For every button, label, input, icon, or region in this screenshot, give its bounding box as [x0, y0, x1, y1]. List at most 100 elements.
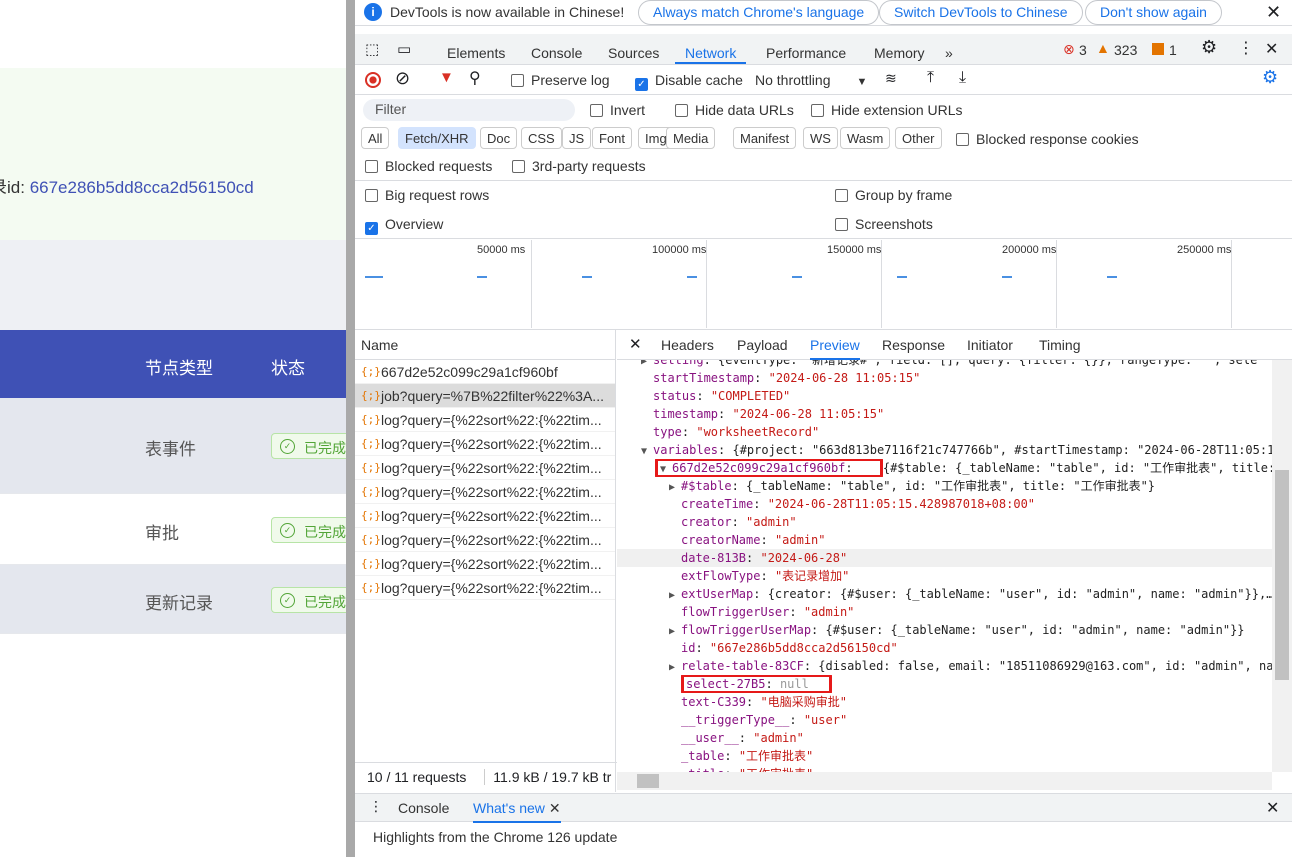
blocked-cookies-checkbox[interactable]: Blocked response cookies — [956, 131, 1139, 147]
vertical-scrollbar[interactable] — [1272, 360, 1292, 772]
type-filter-wasm[interactable]: Wasm — [840, 127, 891, 149]
horizontal-scrollbar[interactable] — [617, 772, 1272, 790]
more-icon[interactable]: ⋮ — [1238, 38, 1254, 58]
tab-performance[interactable]: Performance — [766, 34, 846, 64]
request-item[interactable]: {;} log?query={%22sort%22:{%22tim... — [355, 528, 615, 552]
invert-checkbox[interactable]: Invert — [590, 102, 645, 118]
close-devtools-icon[interactable]: ✕ — [1265, 39, 1278, 59]
preview-line[interactable]: ▶ extUserMap: {creator: {#$user: {_tableN… — [617, 585, 1272, 603]
collapsed-triangle-icon[interactable]: ▶ — [641, 360, 653, 369]
request-item[interactable]: {;} log?query={%22sort%22:{%22tim... — [355, 432, 615, 456]
more-tabs-icon[interactable]: » — [945, 34, 953, 64]
preview-line[interactable]: ▶ relate-table-83CF: {disabled: false, em… — [617, 657, 1272, 675]
third-party-checkbox[interactable]: 3rd-party requests — [512, 158, 646, 174]
drawer-menu-icon[interactable]: ⋮ — [369, 798, 383, 815]
tab-network[interactable]: Network — [675, 34, 747, 64]
table-row[interactable]: 更新记录 ✓ 已完成 — [0, 565, 346, 634]
xhr-icon: {;} — [361, 581, 381, 594]
warning-count[interactable]: 323 — [1114, 42, 1137, 58]
group-frame-checkbox[interactable]: Group by frame — [835, 187, 952, 203]
request-item[interactable]: {;} log?query={%22sort%22:{%22tim... — [355, 504, 615, 528]
preview-line[interactable]: ▶ setting: {eventType: "新增记录#", field: []… — [617, 360, 1272, 369]
overview-checkbox[interactable]: ✓ Overview — [365, 216, 443, 235]
throttling-select[interactable]: No throttling ▼ — [755, 72, 867, 88]
type-filter-all[interactable]: All — [361, 127, 390, 149]
drawer-tab-console[interactable]: Console — [398, 800, 449, 816]
detail-tab-timing[interactable]: Timing — [1039, 330, 1081, 360]
close-drawer-icon[interactable]: ✕ — [1266, 798, 1279, 818]
request-item[interactable]: {;} log?query={%22sort%22:{%22tim... — [355, 408, 615, 432]
type-filter-manifest[interactable]: Manifest — [733, 127, 797, 149]
type-filter-fetch-xhr[interactable]: Fetch/XHR — [398, 127, 476, 149]
detail-tab-initiator[interactable]: Initiator — [967, 330, 1013, 360]
record-icon[interactable] — [365, 72, 381, 88]
preview-line[interactable]: ▶ flowTriggerUserMap: {#$user: {_tableNam… — [617, 621, 1272, 639]
device-toggle-icon[interactable]: ▭ — [397, 40, 411, 58]
issue-count[interactable]: 1 — [1169, 42, 1177, 58]
type-filter-js[interactable]: JS — [562, 127, 592, 149]
collapsed-triangle-icon[interactable]: ▶ — [669, 623, 681, 639]
hide-data-urls-checkbox[interactable]: Hide data URLs — [675, 102, 794, 118]
clear-icon[interactable]: ⊘ — [395, 68, 410, 89]
screenshots-checkbox[interactable]: Screenshots — [835, 216, 933, 232]
type-filter-ws[interactable]: WS — [803, 127, 838, 149]
key: date-813B — [681, 551, 747, 565]
tab-elements[interactable]: Elements — [447, 34, 505, 64]
search-icon[interactable]: ⚲ — [469, 68, 481, 88]
detail-tab-preview[interactable]: Preview — [810, 330, 860, 360]
preview-line[interactable]: ▶ #$table: {_tableName: "table", id: "工作审… — [617, 477, 1272, 495]
close-icon[interactable]: ✕ — [1266, 2, 1281, 23]
name-column-header[interactable]: Name — [355, 330, 615, 360]
preview-line[interactable]: ▼ variables: {#project: "663d813be7116f21… — [617, 441, 1272, 459]
table-row[interactable]: 审批 ✓ 已完成 — [0, 494, 346, 565]
download-icon[interactable]: ⤓ — [959, 69, 966, 87]
detail-tab-response[interactable]: Response — [882, 330, 945, 360]
request-item[interactable]: {;} log?query={%22sort%22:{%22tim... — [355, 576, 615, 600]
tab-console[interactable]: Console — [531, 34, 582, 64]
close-detail-icon[interactable]: ✕ — [629, 335, 642, 353]
collapsed-triangle-icon[interactable]: ▶ — [669, 587, 681, 603]
tab-memory[interactable]: Memory — [874, 34, 925, 64]
type-filter-css[interactable]: CSS — [521, 127, 562, 149]
disable-cache-checkbox[interactable]: ✓ Disable cache — [635, 72, 743, 91]
gear-icon[interactable]: ⚙ — [1201, 37, 1217, 58]
request-item[interactable]: {;} job?query=%7B%22filter%22%3A... — [355, 384, 615, 408]
preview-line[interactable]: ▼ 667d2e52c099c29a1cf960bf: {#$table: {_t… — [617, 459, 1272, 477]
type-filter-media[interactable]: Media — [666, 127, 716, 149]
preserve-log-checkbox[interactable]: Preserve log — [511, 72, 610, 88]
key: createTime — [681, 497, 754, 511]
request-item[interactable]: {;} log?query={%22sort%22:{%22tim... — [355, 456, 615, 480]
filter-icon[interactable]: ▼ — [439, 69, 454, 86]
table-row[interactable]: 表事件 ✓ 已完成 — [0, 398, 346, 494]
upload-icon[interactable]: ⤒ — [927, 69, 934, 87]
value: "2024-06-28 11:05:15" — [768, 371, 921, 385]
error-count[interactable]: 3 — [1079, 42, 1087, 58]
request-item[interactable]: {;} log?query={%22sort%22:{%22tim... — [355, 552, 615, 576]
type-filter-font[interactable]: Font — [592, 127, 633, 149]
network-settings-icon[interactable]: ⚙ — [1262, 67, 1278, 88]
language-infobar: i DevTools is now available in Chinese! … — [355, 0, 1292, 26]
inspect-icon[interactable]: ⬚ — [365, 40, 379, 58]
detail-tab-payload[interactable]: Payload — [737, 330, 788, 360]
request-item[interactable]: {;} log?query={%22sort%22:{%22tim... — [355, 480, 615, 504]
network-conditions-icon[interactable]: ≋ — [885, 70, 897, 87]
expanded-triangle-icon[interactable]: ▼ — [660, 461, 672, 477]
dont-show-button[interactable]: Don't show again — [1085, 0, 1222, 25]
type-filter-other[interactable]: Other — [895, 127, 942, 149]
panel-splitter[interactable] — [346, 0, 355, 857]
blocked-requests-checkbox[interactable]: Blocked requests — [365, 158, 492, 174]
switch-chinese-button[interactable]: Switch DevTools to Chinese — [879, 0, 1083, 25]
expanded-triangle-icon[interactable]: ▼ — [641, 443, 653, 459]
drawer-tab-whats-new[interactable]: What's new ✕ — [473, 800, 561, 823]
entry: variables: {#project: "663d813be7116f21c… — [653, 443, 1272, 457]
collapsed-triangle-icon[interactable]: ▶ — [669, 659, 681, 675]
type-filter-doc[interactable]: Doc — [480, 127, 518, 149]
tab-sources[interactable]: Sources — [608, 34, 659, 64]
filter-input[interactable]: Filter — [363, 99, 575, 121]
match-language-button[interactable]: Always match Chrome's language — [638, 0, 880, 25]
big-rows-checkbox[interactable]: Big request rows — [365, 187, 489, 203]
detail-tab-headers[interactable]: Headers — [661, 330, 714, 360]
collapsed-triangle-icon[interactable]: ▶ — [669, 479, 681, 495]
request-item[interactable]: {;} 667d2e52c099c29a1cf960bf — [355, 360, 615, 384]
hide-extension-urls-checkbox[interactable]: Hide extension URLs — [811, 102, 963, 118]
